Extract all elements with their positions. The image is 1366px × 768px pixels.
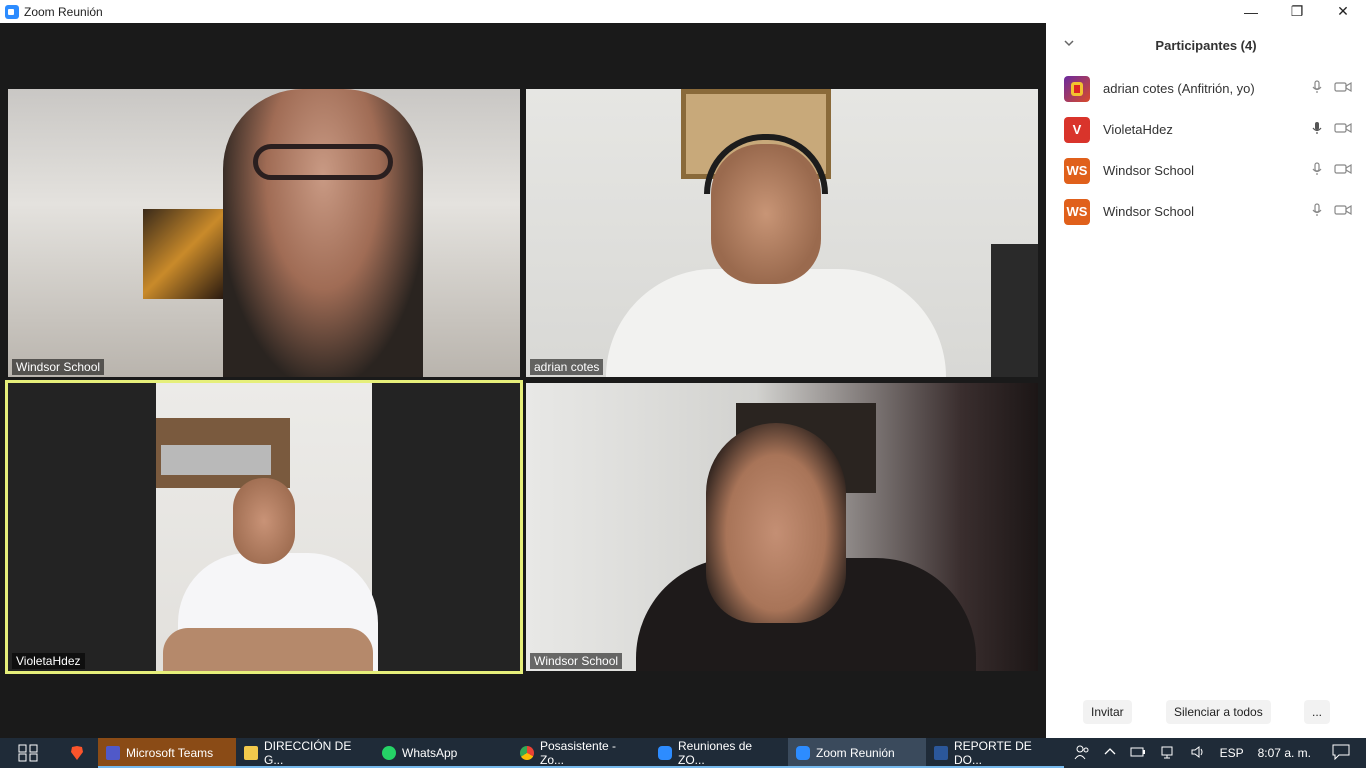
taskbar-item-word[interactable]: REPORTE DE DO... bbox=[926, 738, 1064, 768]
microphone-icon[interactable] bbox=[1312, 80, 1322, 94]
participant-name: Windsor School bbox=[1103, 163, 1195, 178]
participant-name: VioletaHdez bbox=[1103, 122, 1173, 137]
taskbar-item-label: Zoom Reunión bbox=[816, 746, 895, 760]
avatar: V bbox=[1064, 116, 1090, 143]
taskbar-item-label: DIRECCIÓN DE G... bbox=[264, 739, 352, 767]
whatsapp-icon bbox=[382, 746, 396, 760]
participant-name-tag: Windsor School bbox=[530, 653, 623, 669]
title-bar: Zoom Reunión — ❐ ✕ bbox=[0, 0, 1366, 23]
window-title: Zoom Reunión bbox=[24, 4, 103, 19]
teams-icon bbox=[106, 746, 120, 760]
taskbar-item-teams[interactable]: Microsoft Teams bbox=[98, 738, 236, 768]
participants-header: Participantes (4) bbox=[1046, 23, 1366, 68]
participant-name-tag: VioletaHdez bbox=[12, 653, 85, 669]
taskbar-item-label: REPORTE DE DO... bbox=[954, 739, 1032, 767]
taskbar-item-label: Reuniones de ZO... bbox=[678, 739, 753, 767]
chevron-down-icon[interactable] bbox=[1064, 37, 1074, 51]
participant-name: adrian cotes (Anfitrión, yo) bbox=[1103, 81, 1255, 96]
participant-name-tag: Windsor School bbox=[12, 359, 105, 375]
video-camera-icon[interactable] bbox=[1334, 204, 1352, 216]
taskbar-item-zoom-meetings[interactable]: Reuniones de ZO... bbox=[650, 738, 788, 768]
participant-row[interactable]: V VioletaHdez bbox=[1046, 109, 1366, 150]
participant-name: Windsor School bbox=[1103, 204, 1195, 219]
participant-row[interactable]: adrian cotes (Anfitrión, yo) bbox=[1046, 68, 1366, 109]
participant-row[interactable]: WS Windsor School bbox=[1046, 191, 1366, 232]
notification-icon[interactable] bbox=[1332, 744, 1350, 763]
zoom-app-icon bbox=[5, 4, 19, 19]
participant-row[interactable]: WS Windsor School bbox=[1046, 150, 1366, 191]
participants-footer: Invitar Silenciar a todos ... bbox=[1046, 700, 1366, 726]
video-tile[interactable]: adrian cotes bbox=[526, 89, 1038, 377]
avatar bbox=[1064, 75, 1090, 102]
taskbar-item-file-explorer[interactable]: DIRECCIÓN DE G... bbox=[236, 738, 374, 768]
taskbar-item-zoom-meeting[interactable]: Zoom Reunión bbox=[788, 738, 926, 768]
folder-icon bbox=[244, 746, 258, 760]
windows-taskbar: Microsoft Teams DIRECCIÓN DE G... WhatsA… bbox=[0, 738, 1366, 768]
system-tray: ESP 8:07 a. m. bbox=[1067, 738, 1366, 768]
video-camera-icon[interactable] bbox=[1334, 163, 1352, 175]
restore-button[interactable]: ❐ bbox=[1274, 0, 1320, 23]
taskbar-item-label: WhatsApp bbox=[402, 746, 458, 760]
participants-panel: Participantes (4) adrian cotes (Anfitrió… bbox=[1046, 23, 1366, 738]
video-tile-active-speaker[interactable]: VioletaHdez bbox=[5, 380, 523, 674]
invite-button[interactable]: Invitar bbox=[1083, 700, 1132, 724]
brave-browser-icon[interactable] bbox=[56, 738, 98, 768]
minimize-button[interactable]: — bbox=[1228, 0, 1274, 23]
avatar: WS bbox=[1064, 157, 1090, 184]
input-language[interactable]: ESP bbox=[1220, 746, 1244, 760]
video-tile[interactable]: Windsor School bbox=[8, 89, 520, 377]
taskbar-item-chrome[interactable]: Posasistente - Zo... bbox=[512, 738, 650, 768]
avatar: WS bbox=[1064, 198, 1090, 225]
close-button[interactable]: ✕ bbox=[1320, 0, 1366, 23]
people-icon[interactable] bbox=[1074, 744, 1090, 763]
participants-title: Participantes (4) bbox=[1155, 38, 1257, 53]
video-camera-icon[interactable] bbox=[1334, 122, 1352, 134]
chevron-up-icon[interactable] bbox=[1104, 746, 1116, 760]
mute-all-button[interactable]: Silenciar a todos bbox=[1166, 700, 1271, 724]
zoom-icon bbox=[658, 746, 672, 760]
taskbar-item-label: Microsoft Teams bbox=[126, 746, 214, 760]
task-view-icon[interactable] bbox=[0, 738, 56, 768]
word-icon bbox=[934, 746, 948, 760]
zoom-icon bbox=[796, 746, 810, 760]
network-icon[interactable] bbox=[1160, 745, 1176, 762]
video-tile[interactable]: Windsor School bbox=[526, 383, 1038, 671]
microphone-icon[interactable] bbox=[1312, 203, 1322, 217]
battery-icon[interactable] bbox=[1130, 746, 1146, 761]
clock[interactable]: 8:07 a. m. bbox=[1258, 746, 1311, 760]
microphone-icon[interactable] bbox=[1312, 121, 1322, 135]
window-controls: — ❐ ✕ bbox=[1228, 0, 1366, 23]
video-camera-icon[interactable] bbox=[1334, 81, 1352, 93]
microphone-icon[interactable] bbox=[1312, 162, 1322, 176]
more-options-button[interactable]: ... bbox=[1304, 700, 1330, 724]
participant-name-tag: adrian cotes bbox=[530, 359, 604, 375]
taskbar-item-label: Posasistente - Zo... bbox=[540, 739, 617, 767]
chrome-icon bbox=[520, 746, 534, 760]
video-gallery: Windsor School adrian cotes VioletaHdez … bbox=[0, 23, 1046, 738]
taskbar-item-whatsapp[interactable]: WhatsApp bbox=[374, 738, 512, 768]
volume-icon[interactable] bbox=[1190, 745, 1206, 762]
